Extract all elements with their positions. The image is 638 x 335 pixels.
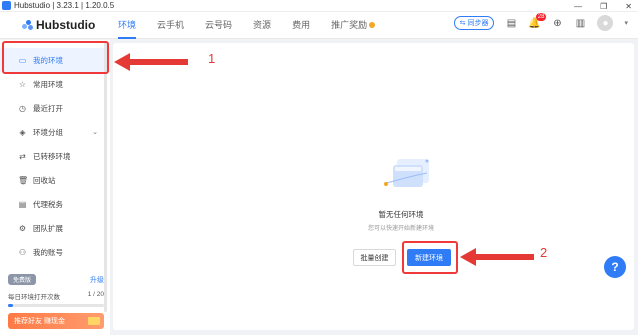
minimize-button[interactable]: — [574,2,582,11]
transfer-icon: ⇄ [19,151,26,161]
annotation-arrow-2 [460,248,534,266]
sync-button[interactable]: ⇆ 同步器 [453,16,495,30]
referral-text: 推荐好友 赚现金 [14,318,65,325]
sidebar-item-label: 环境分组 [33,127,63,137]
plan-panel: 免费版 升级 每日环境打开次数 1 / 20 推荐好友 赚现金 [8,274,104,329]
sidebar: ▭ 我的环境 ☆ 常用环境 ◷ 最近打开 ◈ 环境分组 ⌄ ⇄ 已转移环境 🗑 回收站 ▤ 代理… [0,40,110,335]
main-panel: 暂无任何环境 您可以快速开始新建环境 批量创建 新建环境 [113,43,634,330]
tab-environment[interactable]: 环境 [118,12,137,39]
clock-icon: ◷ [19,103,26,113]
star-icon: ☆ [18,79,27,89]
brand-logo-icon [22,20,34,30]
sidebar-item-recent[interactable]: ◷ 最近打开 [0,96,110,120]
chevron-down-icon: ⌄ [92,129,98,136]
window-title: Hubstudio | 3.23.1 | 1.20.0.5 [14,1,115,10]
app-logo-icon [2,1,11,10]
list-icon: ▤ [18,199,27,209]
batch-create-button[interactable]: 批量创建 [353,249,396,266]
top-nav: Hubstudio 环境 云手机 云号码 资源 费用 推广奖励 ⇆ 同步器 ▤ 🔔… [0,12,638,39]
notification-badge: 28 [535,13,547,21]
coin-icon [369,22,376,29]
document-icon[interactable]: ▥ [574,17,586,29]
user-icon: ⚇ [18,247,27,257]
sidebar-item-label: 回收站 [33,175,56,185]
trash-icon: 🗑 [18,175,29,185]
tab-promotion[interactable]: 推广奖励 [331,12,376,39]
empty-illustration [384,159,429,187]
sidebar-item-label: 团队扩展 [33,223,63,233]
sync-icon: ⇆ [459,20,466,27]
empty-title: 暂无任何环境 [378,210,424,219]
sidebar-item-account[interactable]: ⚇ 我的账号 [0,240,110,264]
layers-icon: ◈ [19,127,26,137]
maximize-button[interactable]: ❐ [600,2,607,11]
upgrade-link[interactable]: 升级 [90,275,104,285]
quota-progress-bar [8,304,104,307]
sidebar-scrollbar[interactable] [104,42,107,312]
empty-subtitle: 您可以快速开始新建环境 [367,226,434,232]
sidebar-item-label: 最近打开 [33,103,63,113]
annotation-arrow-1 [114,53,188,71]
sidebar-item-label: 代理税务 [33,199,63,209]
tab-resources[interactable]: 资源 [253,12,271,39]
quota-label: 每日环境打开次数 [8,294,60,301]
help-button[interactable]: ? [604,256,626,278]
referral-banner[interactable]: 推荐好友 赚现金 [8,313,104,329]
highlight-box-new-environment [402,241,458,274]
annotation-number-2: 2 [540,245,548,260]
quota-value: 1 / 20 [87,291,104,298]
sidebar-item-team[interactable]: ⚙ 团队扩展 [0,216,110,240]
sidebar-item-proxy[interactable]: ▤ 代理税务 [0,192,110,216]
brand-name: Hubstudio [36,18,96,32]
sidebar-item-label: 我的账号 [33,247,63,257]
gift-icon [88,317,100,325]
sidebar-item-favorites[interactable]: ☆ 常用环境 [0,72,110,96]
annotation-number-1: 1 [208,51,216,66]
window-titlebar: Hubstudio | 3.23.1 | 1.20.0.5 — ❐ ✕ [0,0,638,12]
sidebar-item-transferred[interactable]: ⇄ 已转移环境 [0,144,110,168]
tab-promotion-label: 推广奖励 [331,19,368,30]
book-icon[interactable]: ▤ [505,17,517,29]
quota-progress-fill [8,304,13,307]
download-icon[interactable]: ⊕ [551,17,563,29]
tab-cloud-number[interactable]: 云号码 [205,12,232,39]
highlight-box-my-environments [2,41,109,74]
plan-badge: 免费版 [8,274,37,285]
sync-label: 同步器 [467,20,489,27]
sidebar-item-recycle-bin[interactable]: 🗑 回收站 [0,168,110,192]
gear-icon: ⚙ [18,223,27,233]
bell-icon[interactable]: 🔔 28 [528,13,547,29]
brand: Hubstudio [22,18,118,32]
sidebar-item-groups[interactable]: ◈ 环境分组 ⌄ [0,120,110,144]
avatar[interactable]: ● [597,15,614,31]
chevron-down-icon[interactable]: ▾ [624,19,628,27]
tab-cloud-phone[interactable]: 云手机 [157,12,184,39]
sidebar-item-label: 已转移环境 [33,151,71,161]
sidebar-item-label: 常用环境 [33,79,63,89]
tab-fees[interactable]: 费用 [292,12,310,39]
close-button[interactable]: ✕ [625,2,632,11]
